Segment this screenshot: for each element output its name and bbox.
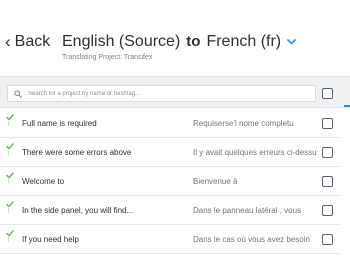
row-checkbox[interactable] xyxy=(322,118,333,129)
row-checkbox[interactable] xyxy=(322,205,333,216)
status-marker-icon: | xyxy=(8,237,10,243)
translation-editor: ‹ Back English (Source) to French (fr) T… xyxy=(0,0,350,263)
row-checkbox[interactable] xyxy=(322,234,333,245)
status-marker-icon: | xyxy=(8,121,10,127)
translation-string: Bienvenue à xyxy=(193,177,238,186)
search-box[interactable] xyxy=(7,85,316,102)
target-language-selector[interactable]: French (fr) xyxy=(206,33,281,51)
check-icon xyxy=(6,230,14,237)
search-bar-area xyxy=(0,76,350,108)
row-checkbox[interactable] xyxy=(322,176,333,187)
check-icon xyxy=(6,172,14,179)
source-string: Full name is required xyxy=(22,119,97,128)
select-all-checkbox[interactable] xyxy=(322,88,333,99)
string-row[interactable]: | Full name is required Requiserse'l nom… xyxy=(0,109,340,138)
string-row[interactable]: | In the side panel, you will find... Da… xyxy=(0,196,340,225)
string-row[interactable]: | There were some errors above Il y avai… xyxy=(0,138,340,167)
source-language: English (Source) xyxy=(62,33,181,50)
row-checkbox[interactable] xyxy=(322,147,333,158)
string-row[interactable]: | If you need help Dans le cas où vous a… xyxy=(0,225,340,254)
source-string: There were some errors above xyxy=(22,148,132,157)
chevron-down-icon[interactable] xyxy=(287,37,297,47)
language-connector: to xyxy=(186,33,201,50)
translation-string: Dans le cas où vous avez besoin xyxy=(193,235,310,244)
project-subtitle: Translating Project: Transifex xyxy=(62,54,153,61)
check-icon xyxy=(6,201,14,208)
translation-string: Requiserse'l nome completu xyxy=(193,119,294,128)
search-icon xyxy=(14,89,22,98)
status-marker-icon: | xyxy=(8,179,10,185)
source-string: In the side panel, you will find... xyxy=(22,206,134,215)
language-pair-title: English (Source) to French (fr) xyxy=(62,33,297,51)
check-icon xyxy=(6,114,14,121)
back-button[interactable]: ‹ Back xyxy=(5,33,50,51)
check-icon xyxy=(6,143,14,150)
panel-edge-indicator xyxy=(344,105,350,107)
status-marker-icon: | xyxy=(8,150,10,156)
string-row[interactable]: | Welcome to Bienvenue à xyxy=(0,167,340,196)
chevron-left-icon: ‹ xyxy=(5,32,11,51)
source-string: If you need help xyxy=(22,235,79,244)
translation-string: Il y avait quelques erreurs ci-dessus xyxy=(193,148,317,157)
search-input[interactable] xyxy=(28,87,308,100)
source-string: Welcome to xyxy=(22,177,65,186)
header: ‹ Back English (Source) to French (fr) T… xyxy=(0,0,350,76)
status-marker-icon: | xyxy=(8,208,10,214)
translation-string: Dans le panneau latéral , vous xyxy=(193,206,302,215)
back-label: Back xyxy=(14,33,51,50)
